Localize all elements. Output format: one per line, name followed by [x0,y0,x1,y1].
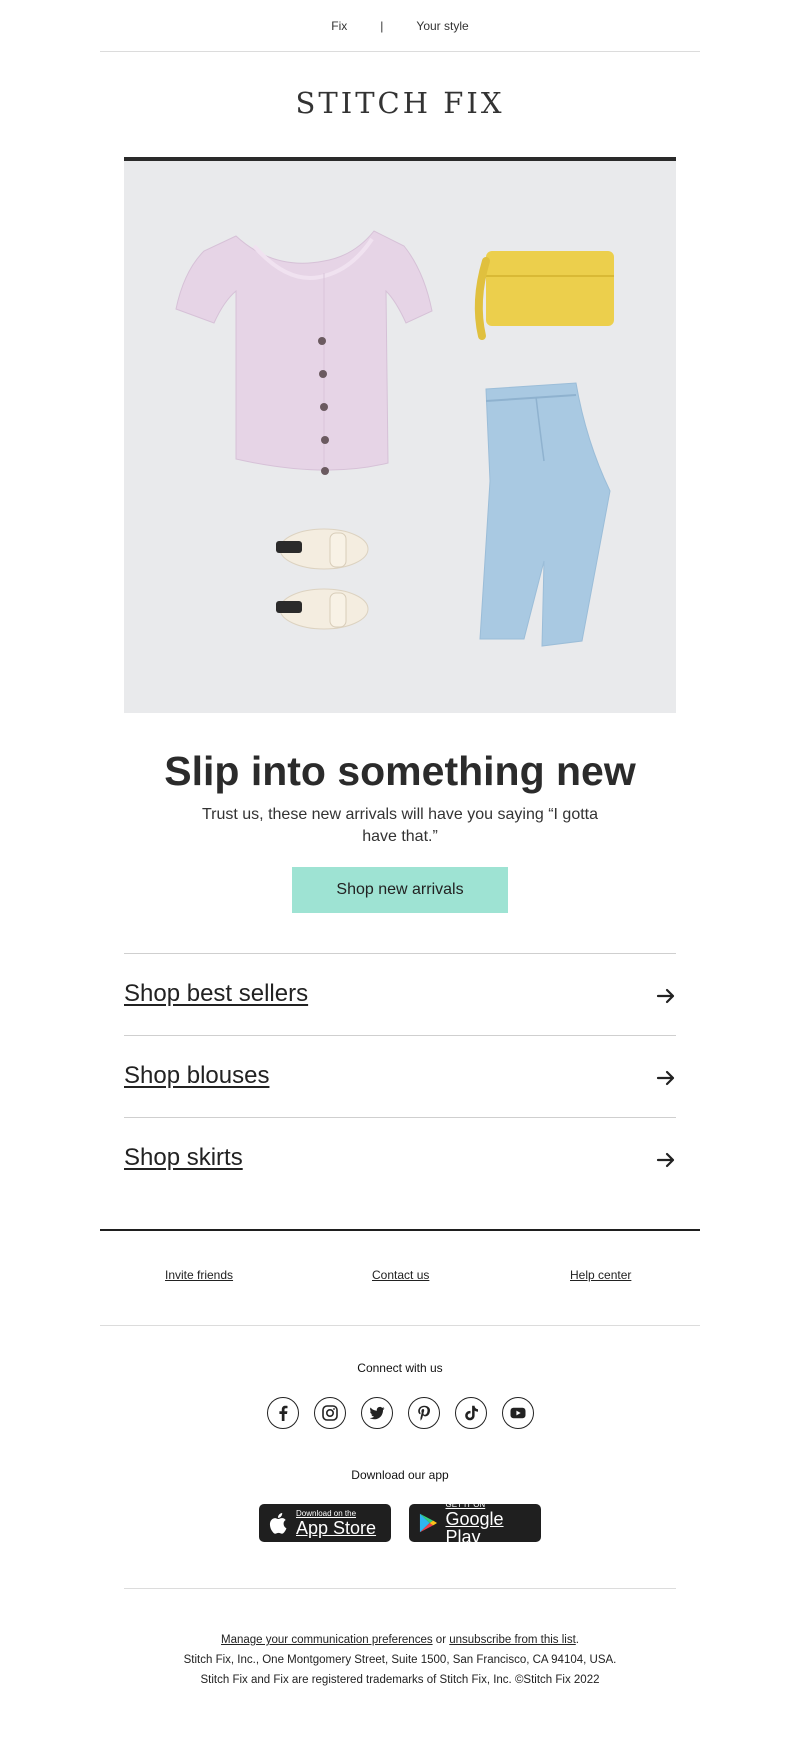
nav-separator: | [380,18,384,33]
google-play-icon [419,1513,437,1533]
shop-skirts-link[interactable]: Shop skirts [124,1144,243,1172]
app-store-big-text: App Store [296,1517,377,1538]
section-divider [100,1229,700,1231]
app-store-button[interactable]: Download on the App Store [259,1504,391,1542]
top-nav: Fix | Your style [100,0,700,52]
legal-divider [124,1588,676,1589]
invite-friends-link[interactable]: Invite friends [165,1268,233,1282]
arrow-right-icon[interactable] [656,986,676,1006]
brand-logo[interactable]: STITCH FIX [0,86,800,120]
arrow-right-icon[interactable] [656,1068,676,1088]
contact-us-link[interactable]: Contact us [372,1268,429,1282]
shop-link-row[interactable]: Shop blouses [124,1035,676,1117]
pinterest-icon[interactable] [407,1397,440,1429]
or-text: or [432,1634,450,1646]
google-play-small-text: GET IT ON [445,1499,486,1509]
google-play-big-text: Google Play [445,1508,504,1547]
nav-link-fix[interactable]: Fix [331,19,347,33]
shop-best-sellers-link[interactable]: Shop best sellers [124,980,308,1008]
hero-image[interactable] [124,157,676,713]
instagram-icon[interactable] [313,1397,346,1429]
shop-link-row[interactable]: Shop skirts [124,1117,676,1199]
arrow-right-icon[interactable] [656,1150,676,1170]
trademark-notice: Stitch Fix and Fix are registered tradem… [200,1674,600,1686]
connect-title: Connect with us [357,1361,443,1375]
company-address: Stitch Fix, Inc., One Montgomery Street,… [183,1654,617,1666]
app-store-badges: Download on the App Store GET IT ON Goog… [0,1499,800,1546]
download-title: Download our app [351,1468,449,1482]
nav-link-your-style[interactable]: Your style [416,19,468,33]
twitter-icon[interactable] [360,1397,393,1429]
outfit-flatlay-image [124,161,676,713]
facebook-icon[interactable] [266,1397,299,1429]
tiktok-icon[interactable] [454,1397,487,1429]
email-page: Fix | Your style STITCH FIX Slip into so… [0,0,800,1743]
preferences-line: Manage your communication preferences or… [0,1630,800,1650]
period-text: . [575,1634,579,1646]
manage-preferences-link[interactable]: Manage your communication preferences [221,1634,433,1646]
app-store-small-text: Download on the [296,1508,357,1518]
unsubscribe-link[interactable]: unsubscribe from this list [449,1634,576,1646]
apple-icon [269,1513,287,1534]
help-center-link[interactable]: Help center [570,1268,631,1282]
shop-new-arrivals-button[interactable]: Shop new arrivals [292,867,508,913]
youtube-icon[interactable] [501,1397,534,1429]
headline: Slip into something new [164,748,636,794]
google-play-button[interactable]: GET IT ON Google Play [409,1499,541,1546]
legal-footer: Manage your communication preferences or… [0,1630,800,1690]
shop-links-list: Shop best sellers Shop blouses Shop skir… [124,953,676,1199]
footer-divider [100,1325,700,1326]
shop-link-row[interactable]: Shop best sellers [124,953,676,1035]
subcopy: Trust us, these new arrivals will have y… [201,806,599,845]
shop-blouses-link[interactable]: Shop blouses [124,1062,269,1090]
social-icons [0,1397,800,1429]
